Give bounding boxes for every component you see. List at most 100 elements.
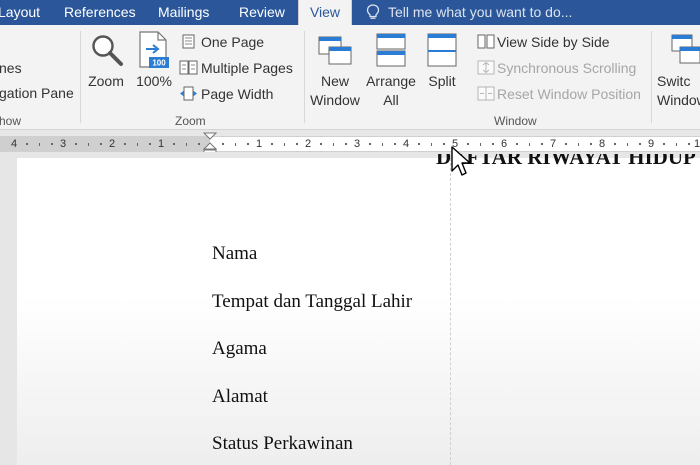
one-page-icon	[182, 34, 195, 49]
group-separator	[80, 31, 81, 123]
new-window-label-line2: Window	[310, 92, 360, 108]
one-page-button[interactable]: One Page	[201, 33, 264, 51]
arrange-all-button[interactable]: Arrange All	[362, 72, 420, 110]
ruler-number: 3	[354, 138, 361, 150]
zoom-button[interactable]: Zoom	[86, 72, 126, 91]
ruler-tick	[345, 143, 347, 145]
tab-layout[interactable]: Layout	[0, 0, 40, 25]
new-window-icon	[318, 36, 352, 65]
field-label: Alamat	[212, 386, 268, 407]
field-label: Nama	[212, 243, 258, 264]
zoom-100-icon: 100	[139, 31, 169, 68]
view-side-by-side-button[interactable]: View Side by Side	[497, 33, 610, 51]
page-width-icon	[180, 86, 197, 101]
horizontal-ruler[interactable]: 432112345678910	[0, 136, 700, 152]
ruler-number: 1	[158, 138, 165, 150]
new-window-label-line1: New	[320, 73, 349, 89]
ruler-tick	[88, 143, 89, 146]
tab-references[interactable]: References	[64, 0, 136, 25]
tab-view[interactable]: View	[298, 0, 352, 25]
ruler-tick	[676, 143, 677, 146]
ruler-tick	[75, 143, 77, 145]
gridlines-checkbox-label[interactable]: nes	[0, 59, 22, 77]
field-label: Tempat dan Tanggal Lahir	[212, 291, 413, 312]
ruler-tick	[516, 143, 518, 145]
ruler-tick	[39, 143, 40, 146]
switch-windows-button[interactable]: Switc Window	[657, 72, 700, 110]
tell-me-placeholder: Tell me what you want to do...	[388, 4, 573, 20]
ruler-tick	[492, 143, 494, 145]
reset-window-position-icon	[477, 86, 495, 101]
ruler-tick	[235, 143, 236, 146]
switch-windows-icon	[671, 34, 700, 64]
mouse-pointer-icon	[451, 146, 470, 176]
column-guide-line	[450, 158, 451, 465]
group-separator	[651, 31, 652, 123]
svg-text:100: 100	[152, 59, 166, 68]
ruler-number: 6	[501, 138, 508, 150]
ruler-tick	[688, 143, 690, 145]
split-icon	[427, 33, 457, 67]
ruler-tick	[186, 143, 187, 146]
ruler-tick	[565, 143, 567, 145]
ruler-tick	[443, 143, 445, 145]
group-separator	[304, 31, 305, 123]
ruler-tick	[26, 143, 28, 145]
ruler-left-margin	[0, 137, 210, 151]
show-group-label: how	[0, 114, 22, 128]
synchronous-scrolling-icon	[477, 60, 495, 75]
ruler-tick	[394, 143, 396, 145]
ruler-tick	[639, 143, 641, 145]
reset-window-position-button[interactable]: Reset Window Position	[497, 85, 641, 103]
ruler-number: 1	[256, 138, 263, 150]
ruler-tick	[333, 143, 334, 146]
ruler-number: 2	[305, 138, 312, 150]
arrange-all-label-line1: Arrange	[366, 73, 416, 89]
zoom-100-button[interactable]: 100%	[134, 72, 174, 91]
ruler-tick	[100, 143, 102, 145]
ruler-number: 2	[109, 138, 116, 150]
ruler-number: 10	[694, 138, 700, 150]
ruler-tick	[431, 143, 432, 146]
ruler-tick	[369, 143, 371, 145]
ruler-tick	[198, 143, 200, 145]
ruler-number: 7	[550, 138, 557, 150]
ruler-tick	[541, 143, 543, 145]
ruler-tick	[663, 143, 665, 145]
multiple-pages-button[interactable]: Multiple Pages	[201, 59, 293, 77]
synchronous-scrolling-button[interactable]: Synchronous Scrolling	[497, 59, 636, 77]
ruler-tick	[480, 143, 481, 146]
ruler-number: 4	[11, 138, 18, 150]
ruler-tick	[320, 143, 322, 145]
ruler-tick	[614, 143, 616, 145]
ribbon-view: nes gation Pane how Zoom 100 100% One Pa…	[0, 25, 700, 130]
tell-me-box[interactable]: Tell me what you want to do...	[366, 0, 572, 25]
multiple-pages-icon	[179, 60, 198, 75]
tab-mailings[interactable]: Mailings	[158, 0, 209, 25]
ruler-number: 9	[648, 138, 655, 150]
zoom-group-label: Zoom	[175, 114, 206, 128]
navigation-pane-checkbox-label[interactable]: gation Pane	[0, 84, 74, 102]
ruler-tick	[222, 143, 224, 145]
ruler-tick	[247, 143, 249, 145]
arrange-all-label-line2: All	[383, 92, 399, 108]
ruler-tick	[627, 143, 628, 146]
ruler-number: 4	[403, 138, 410, 150]
ribbon-tab-bar: Layout References Mailings Review View T…	[0, 0, 700, 25]
ruler-tick	[382, 143, 383, 146]
page-width-button[interactable]: Page Width	[201, 85, 273, 103]
ruler-tick	[173, 143, 175, 145]
lightbulb-icon	[366, 4, 380, 19]
ruler-tick	[149, 143, 151, 145]
new-window-button[interactable]: New Window	[306, 72, 364, 110]
field-label: Status Perkawinan	[212, 433, 353, 454]
split-button[interactable]: Split	[424, 72, 460, 91]
window-group-label: Window	[494, 114, 537, 128]
field-label: Agama	[212, 338, 267, 359]
ruler-tick	[284, 143, 285, 146]
tab-review[interactable]: Review	[239, 0, 285, 25]
ruler-tick	[418, 143, 420, 145]
ruler-tick	[590, 143, 592, 145]
ruler-tick	[137, 143, 138, 146]
ruler-tick	[578, 143, 579, 146]
